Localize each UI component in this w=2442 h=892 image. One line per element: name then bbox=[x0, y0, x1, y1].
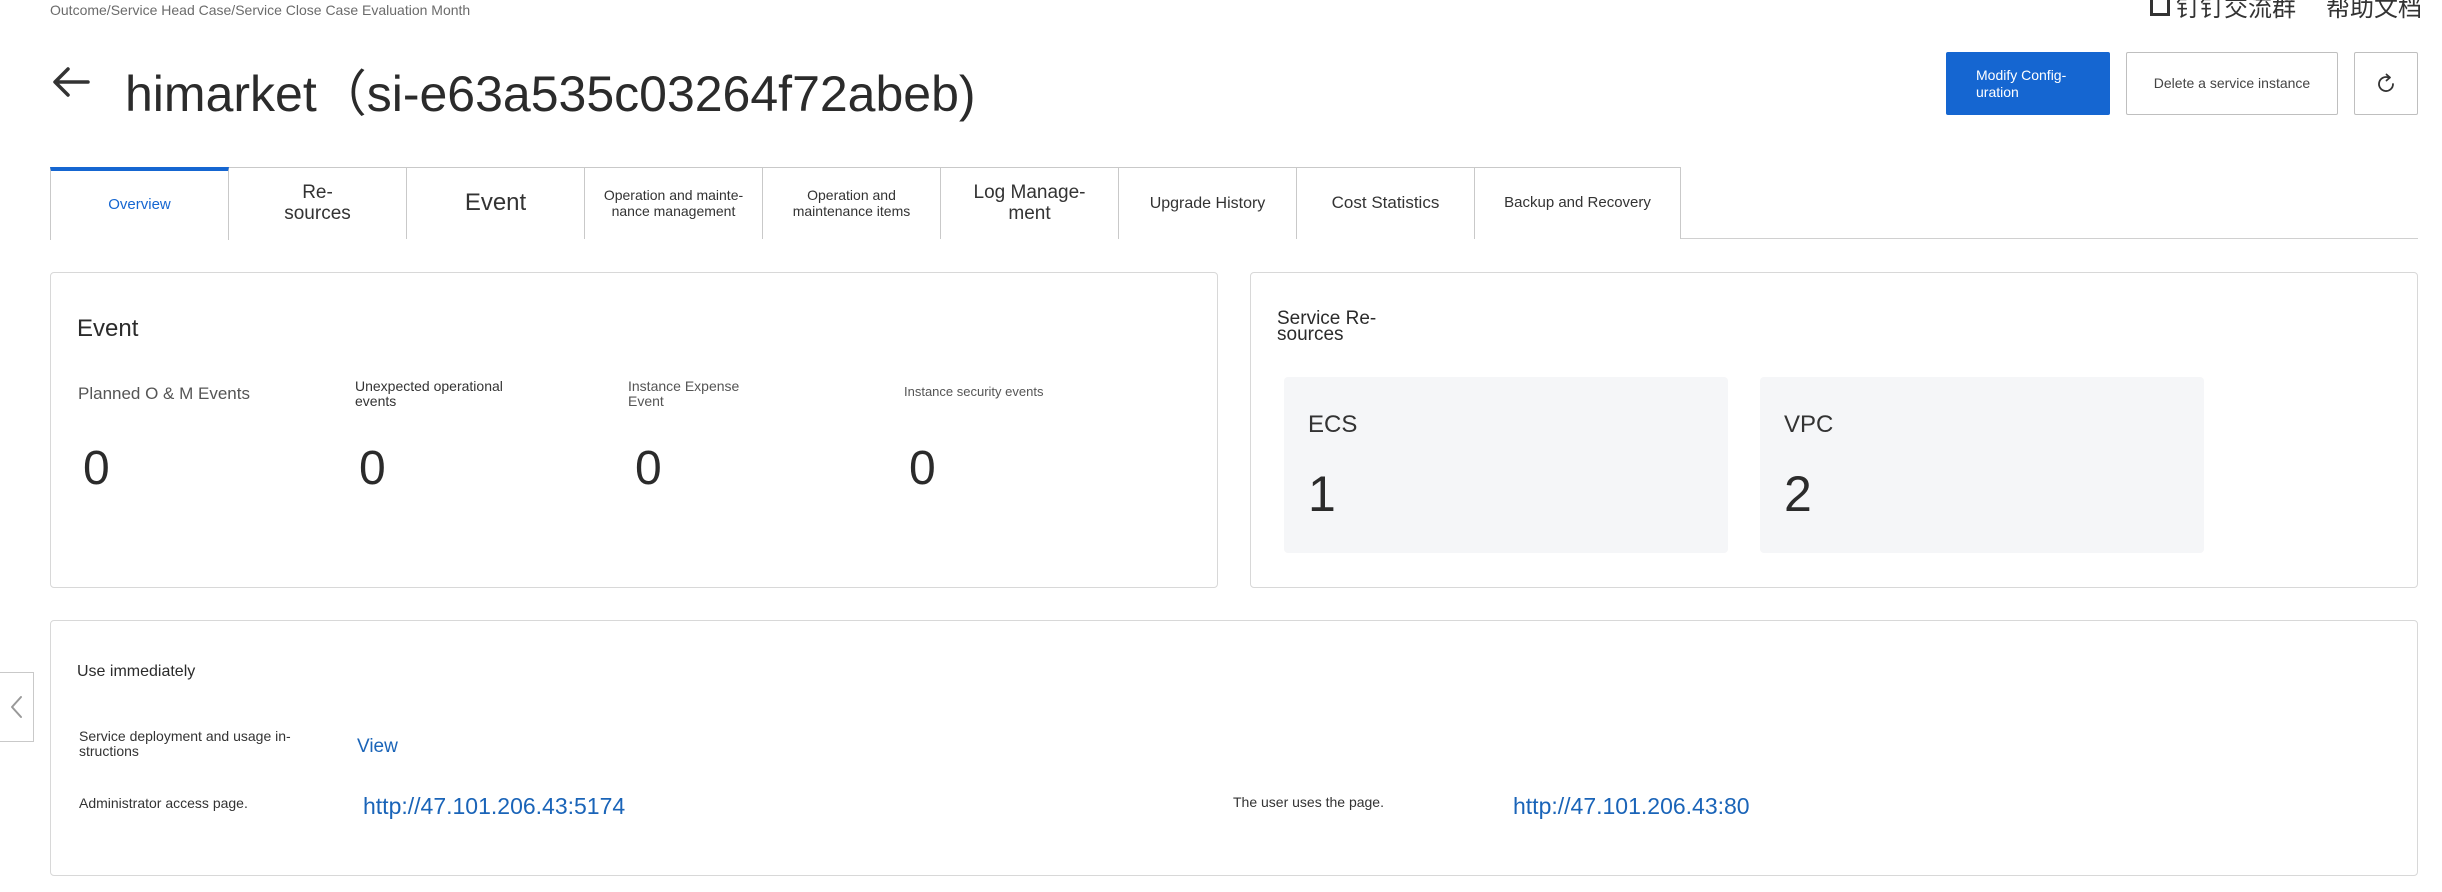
event-card-title: Event bbox=[77, 315, 139, 342]
user-page-label: The user uses the page. bbox=[1233, 794, 1384, 810]
tab-om-management[interactable]: Operation and mainte- nance management bbox=[584, 167, 763, 239]
delete-instance-button[interactable]: Delete a service instance bbox=[2126, 52, 2338, 115]
page-title: himarket（si-e63a535c03264f72abeb) bbox=[125, 66, 976, 122]
planned-om-events-stat: Planned O & M Events bbox=[78, 384, 250, 403]
security-events-value: 0 bbox=[909, 442, 936, 495]
tab-resources[interactable]: Re- sources bbox=[228, 167, 407, 239]
view-instructions-link[interactable]: View bbox=[357, 736, 398, 758]
back-arrow-icon[interactable] bbox=[48, 58, 96, 106]
planned-om-events-value: 0 bbox=[83, 442, 110, 495]
tab-om-items[interactable]: Operation and maintenance items bbox=[762, 167, 941, 239]
user-page-url[interactable]: http://47.101.206.43:80 bbox=[1513, 793, 1750, 820]
breadcrumb: Outcome/Service Head Case/Service Close … bbox=[50, 2, 471, 18]
unexpected-events-stat: Unexpected operational events bbox=[355, 378, 503, 410]
tab-backup-recovery[interactable]: Backup and Recovery bbox=[1474, 167, 1681, 239]
resource-vpc[interactable]: VPC 2 bbox=[1760, 377, 2204, 553]
refresh-button[interactable] bbox=[2354, 52, 2418, 115]
use-immediately-card: Use immediately Service deployment and u… bbox=[50, 620, 2418, 876]
security-events-stat: Instance security events bbox=[904, 384, 1044, 399]
dingtalk-group-link[interactable]: 钉钉交流群 bbox=[2150, 0, 2296, 23]
tab-bar: Overview Re- sources Event Operation and… bbox=[50, 167, 1681, 240]
sidebar-expand-handle[interactable] bbox=[0, 672, 34, 742]
service-resources-card: Service Re- sources ECS 1 VPC 2 bbox=[1250, 272, 2418, 588]
use-immediately-title: Use immediately bbox=[77, 663, 196, 680]
tab-cost-statistics[interactable]: Cost Statistics bbox=[1296, 167, 1475, 239]
qr-code-icon bbox=[2150, 0, 2170, 16]
resource-ecs[interactable]: ECS 1 bbox=[1284, 377, 1728, 553]
modify-configuration-button[interactable]: Modify Config- uration bbox=[1946, 52, 2110, 115]
event-card: Event Planned O & M Events 0 Unexpected … bbox=[50, 272, 1218, 588]
expense-event-value: 0 bbox=[635, 442, 662, 495]
admin-page-url[interactable]: http://47.101.206.43:5174 bbox=[363, 793, 625, 820]
tab-log-management[interactable]: Log Manage- ment bbox=[940, 167, 1119, 239]
help-docs-link[interactable]: 帮助文档 bbox=[2326, 0, 2422, 23]
admin-page-label: Administrator access page. bbox=[79, 795, 248, 811]
expense-event-stat: Instance Expense Event bbox=[628, 378, 740, 410]
tab-upgrade-history[interactable]: Upgrade History bbox=[1118, 167, 1297, 239]
unexpected-events-value: 0 bbox=[359, 442, 386, 495]
tab-event[interactable]: Event bbox=[406, 167, 585, 239]
chevron-left-icon bbox=[10, 696, 22, 718]
top-links: 钉钉交流群 帮助文档 bbox=[2150, 0, 2422, 23]
service-resources-title: Service Re- sources bbox=[1277, 308, 1377, 346]
deployment-instructions-label: Service deployment and usage in- structi… bbox=[79, 728, 291, 760]
tab-overview[interactable]: Overview bbox=[50, 167, 229, 240]
refresh-icon bbox=[2378, 73, 2394, 92]
